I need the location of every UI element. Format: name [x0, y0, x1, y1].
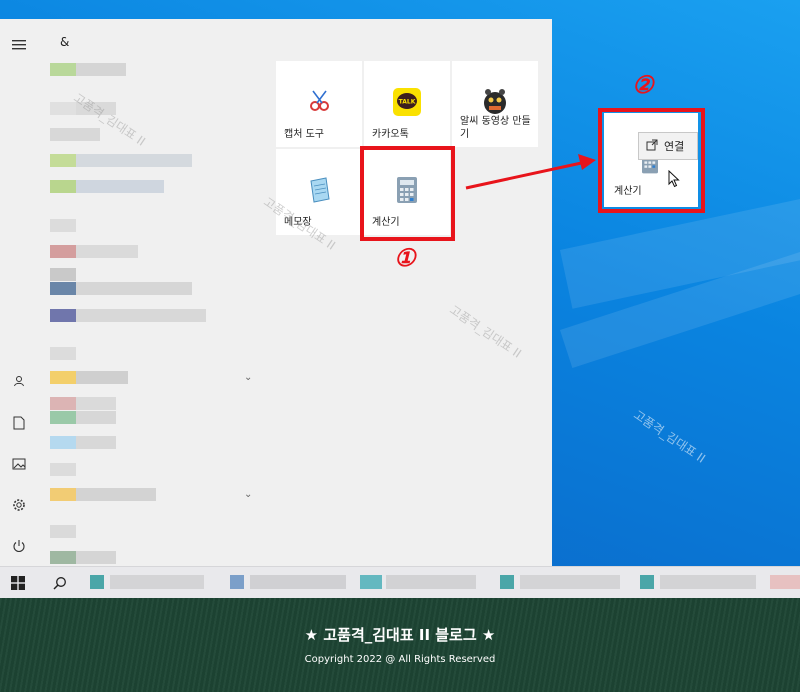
power-icon[interactable]: [7, 534, 31, 558]
taskbar-app[interactable]: [500, 575, 514, 589]
start-rail: [0, 19, 38, 566]
highlight-calculator-tile: [360, 146, 455, 241]
drag-arrow: [465, 154, 596, 190]
user-icon[interactable]: [7, 369, 31, 393]
chevron-down-icon: ⌄: [244, 372, 253, 383]
tile-kakaotalk[interactable]: TALK 카카오톡: [364, 61, 450, 147]
tile-alsee-video-maker[interactable]: 알씨 동영상 만들기: [452, 61, 538, 147]
tile-snipping-tool[interactable]: 캡처 도구: [276, 61, 362, 147]
footer-title: ★ 고품격_김대표 II 블로그 ★: [304, 626, 496, 644]
taskbar-app[interactable]: [250, 575, 346, 589]
start-menu: & ⌄ ⌄ 캡처 도구 TALK 카카오톡 알씨 동영상 만들기 메모장 계산기…: [0, 19, 552, 566]
taskbar-app[interactable]: [770, 575, 800, 589]
footer-texture: [0, 598, 800, 692]
link-shortcut-icon: [646, 139, 658, 154]
taskbar-app[interactable]: [230, 575, 244, 589]
taskbar-app[interactable]: [110, 575, 204, 589]
taskbar: [0, 566, 800, 598]
taskbar-app[interactable]: [660, 575, 756, 589]
documents-icon[interactable]: [7, 411, 31, 435]
blog-footer: ★ 고품격_김대표 II 블로그 ★ Copyright 2022 @ All …: [0, 598, 800, 692]
link-action-tooltip[interactable]: 연결: [638, 132, 698, 160]
snipping-tool-icon: [304, 87, 334, 117]
kakaotalk-icon: TALK: [392, 87, 422, 117]
taskbar-app[interactable]: [640, 575, 654, 589]
alsee-video-maker-icon: [480, 87, 510, 117]
link-action-label: 연결: [664, 140, 685, 153]
taskbar-app[interactable]: [520, 575, 620, 589]
taskbar-app[interactable]: [90, 575, 104, 589]
search-icon[interactable]: [48, 571, 72, 595]
windows-start-icon[interactable]: [6, 571, 30, 595]
settings-gear-icon[interactable]: [7, 493, 31, 517]
taskbar-app[interactable]: [360, 575, 382, 589]
mouse-cursor-icon: [668, 169, 680, 192]
hamburger-menu-icon[interactable]: [7, 33, 31, 57]
chevron-down-icon: ⌄: [244, 489, 253, 500]
pictures-icon[interactable]: [7, 452, 31, 476]
tile-label: 계산기: [614, 186, 642, 197]
watermark: 고품격_김대표 II: [447, 302, 524, 361]
desktop-calculator-tile[interactable]: 계산기: [604, 113, 698, 207]
tile-label: 캡처 도구: [284, 128, 324, 140]
tile-label: 알씨 동영상 만들기: [460, 116, 531, 140]
taskbar-app[interactable]: [386, 575, 476, 589]
section-letter[interactable]: &: [60, 35, 69, 49]
footer-copyright: Copyright 2022 @ All Rights Reserved: [304, 654, 496, 665]
step-marker-1: ①: [394, 243, 416, 272]
tile-label: 카카오톡: [372, 128, 409, 140]
kakaotalk-badge: TALK: [399, 99, 416, 106]
notepad-icon: [304, 175, 334, 205]
step-marker-2: ②: [632, 70, 654, 99]
